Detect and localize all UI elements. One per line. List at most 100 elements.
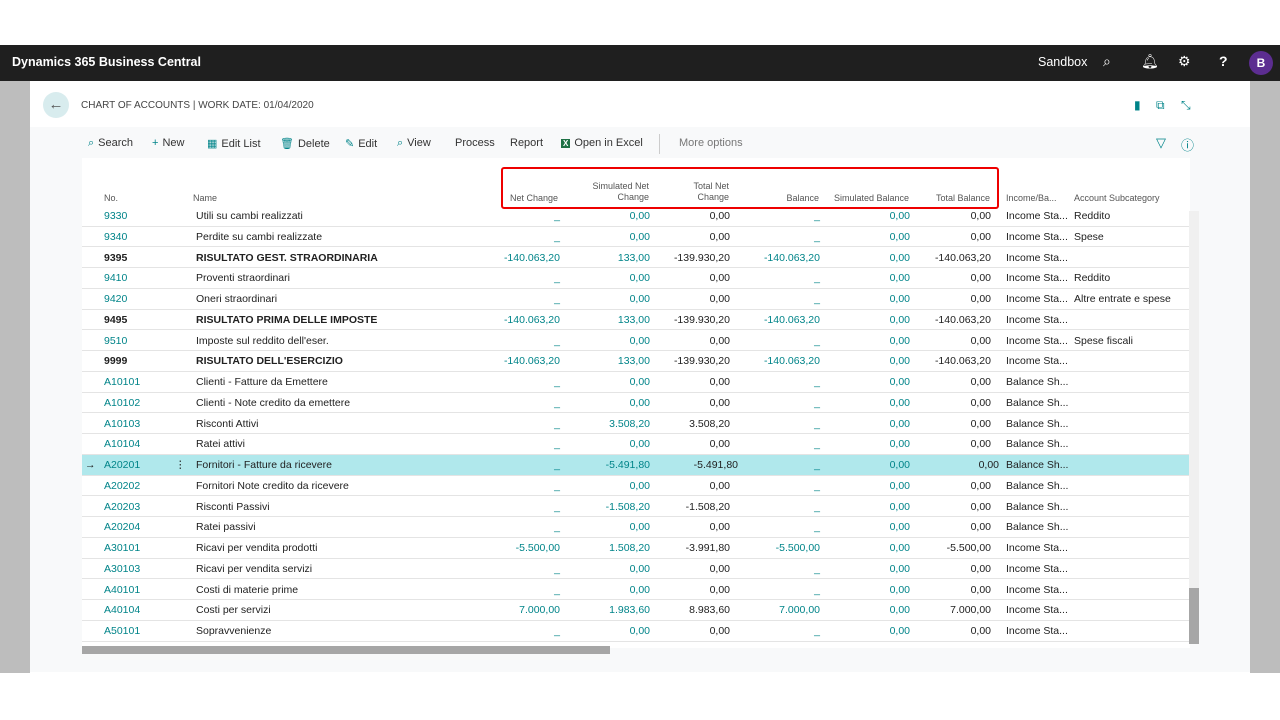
cell-snc[interactable]: 0,00 — [630, 335, 650, 347]
table-row[interactable]: A10101 Clienti - Fatture da Emettere _ 0,00… — [82, 372, 1189, 393]
help-icon[interactable]: ? — [1219, 53, 1228, 69]
cell-snc[interactable]: -5.491,80 — [606, 459, 650, 471]
gear-icon[interactable]: ⚙ — [1178, 53, 1191, 70]
column-header-name[interactable]: Name — [193, 193, 217, 204]
cell-nc[interactable]: _ — [554, 521, 560, 533]
cell-sb[interactable]: 0,00 — [890, 625, 910, 637]
cell-sb[interactable]: 0,00 — [890, 459, 910, 471]
table-row[interactable]: A50101 Sopravvenienze _ 0,00 0,00 _ 0,00 0,00 In… — [82, 621, 1189, 642]
cell-nc[interactable]: _ — [554, 438, 560, 450]
cell-bal[interactable]: -140.063,20 — [764, 314, 820, 326]
cell-bal[interactable]: _ — [814, 335, 820, 347]
cell-bal[interactable]: _ — [814, 625, 820, 637]
cell-bal[interactable]: -5.500,00 — [776, 542, 820, 554]
action-open-in-excel[interactable]: X Open in Excel — [561, 137, 643, 149]
cell-no[interactable]: A10101 — [104, 376, 140, 388]
table-row[interactable]: 9340 Perdite su cambi realizzate _ 0,00 0,00… — [82, 227, 1189, 248]
cell-bal[interactable]: _ — [814, 418, 820, 430]
cell-bal[interactable]: _ — [814, 584, 820, 596]
cell-sb[interactable]: 0,00 — [890, 584, 910, 596]
cell-nc[interactable]: _ — [554, 584, 560, 596]
cell-snc[interactable]: 1.983,60 — [609, 604, 650, 616]
table-row[interactable]: 9420 Oneri straordinari _ 0,00 0,00 _ 0,00 0,00… — [82, 289, 1189, 310]
cell-snc[interactable]: 0,00 — [630, 272, 650, 284]
back-button[interactable]: ← — [43, 92, 69, 118]
cell-nc[interactable]: _ — [554, 210, 560, 222]
cell-no[interactable]: 9510 — [104, 335, 127, 347]
cell-sb[interactable]: 0,00 — [890, 293, 910, 305]
cell-no[interactable]: A10104 — [104, 438, 140, 450]
vertical-scrollbar[interactable] — [1189, 211, 1199, 644]
cell-nc[interactable]: _ — [554, 501, 560, 513]
cell-sb[interactable]: 0,00 — [890, 542, 910, 554]
table-row[interactable]: A10103 Risconti Attivi _ 3.508,20 3.508,20 _ 0… — [82, 414, 1189, 435]
cell-bal[interactable]: 7.000,00 — [779, 604, 820, 616]
cell-nc[interactable]: _ — [554, 376, 560, 388]
cell-sb[interactable]: 0,00 — [890, 272, 910, 284]
action-view[interactable]: ⌕ View — [397, 137, 431, 150]
cell-no[interactable]: 9340 — [104, 231, 127, 243]
cell-snc[interactable]: 1.508,20 — [609, 542, 650, 554]
cell-no[interactable]: A20203 — [104, 501, 140, 513]
cell-no[interactable]: 9330 — [104, 210, 127, 222]
cell-sb[interactable]: 0,00 — [890, 480, 910, 492]
table-row[interactable]: A20203 Risconti Passivi _ -1.508,20 -1.508,2… — [82, 497, 1189, 518]
cell-snc[interactable]: 0,00 — [630, 480, 650, 492]
cell-nc[interactable]: _ — [554, 397, 560, 409]
table-row[interactable]: A40101 Costi di materie prime _ 0,00 0,00 _ 0,… — [82, 580, 1189, 601]
cell-sb[interactable]: 0,00 — [890, 397, 910, 409]
table-row[interactable]: A30103 Ricavi per vendita servizi _ 0,00 0,0… — [82, 559, 1189, 580]
cell-snc[interactable]: 133,00 — [618, 252, 650, 264]
cell-bal[interactable]: _ — [814, 480, 820, 492]
cell-nc[interactable]: _ — [554, 459, 560, 471]
cell-bal[interactable]: _ — [814, 231, 820, 243]
cell-nc[interactable]: _ — [554, 335, 560, 347]
bell-icon[interactable]: 🔔︎ — [1141, 53, 1159, 70]
cell-bal[interactable]: _ — [814, 459, 820, 471]
cell-sb[interactable]: 0,00 — [890, 438, 910, 450]
cell-nc[interactable]: 7.000,00 — [519, 604, 560, 616]
horizontal-scrollbar-thumb[interactable] — [82, 646, 610, 654]
cell-nc[interactable]: -140.063,20 — [504, 314, 560, 326]
avatar[interactable]: B — [1249, 51, 1273, 75]
cell-no[interactable]: A20201 — [104, 459, 140, 471]
table-row[interactable]: 9510 Imposte sul reddito dell'eser. _ 0,00 0… — [82, 331, 1189, 352]
cell-no[interactable]: A40101 — [104, 584, 140, 596]
cell-snc[interactable]: 0,00 — [630, 376, 650, 388]
cell-nc[interactable]: -5.500,00 — [516, 542, 560, 554]
cell-bal[interactable]: _ — [814, 397, 820, 409]
cell-nc[interactable]: _ — [554, 272, 560, 284]
info-icon[interactable]: ⓘ — [1181, 135, 1194, 154]
cell-no[interactable]: A40104 — [104, 604, 140, 616]
cell-no[interactable]: A20202 — [104, 480, 140, 492]
action-search[interactable]: ⌕ Search — [88, 137, 133, 150]
cell-bal[interactable]: _ — [814, 210, 820, 222]
cell-no[interactable]: 9495 — [104, 314, 127, 326]
search-icon[interactable]: ⌕ — [1103, 53, 1111, 70]
table-row[interactable]: 9410 Proventi straordinari _ 0,00 0,00 _ 0,00 0… — [82, 268, 1189, 289]
cell-snc[interactable]: 0,00 — [630, 521, 650, 533]
table-row[interactable]: A20204 Ratei passivi _ 0,00 0,00 _ 0,00 0,00 Bal… — [82, 517, 1189, 538]
cell-sb[interactable]: 0,00 — [890, 335, 910, 347]
action-process[interactable]: Process — [455, 137, 495, 149]
cell-nc[interactable]: _ — [554, 563, 560, 575]
vertical-scrollbar-thumb[interactable] — [1189, 588, 1199, 644]
filter-icon[interactable]: ▽ — [1156, 135, 1166, 151]
cell-nc[interactable]: -140.063,20 — [504, 355, 560, 367]
cell-bal[interactable]: -140.063,20 — [764, 355, 820, 367]
cell-sb[interactable]: 0,00 — [890, 231, 910, 243]
column-header-income-balance[interactable]: Income/Ba... — [1006, 193, 1057, 204]
cell-nc[interactable]: -140.063,20 — [504, 252, 560, 264]
cell-snc[interactable]: 133,00 — [618, 314, 650, 326]
cell-snc[interactable]: 133,00 — [618, 355, 650, 367]
cell-no[interactable]: 9410 — [104, 272, 127, 284]
cell-bal[interactable]: _ — [814, 521, 820, 533]
cell-sb[interactable]: 0,00 — [890, 252, 910, 264]
cell-snc[interactable]: 0,00 — [630, 438, 650, 450]
cell-snc[interactable]: 0,00 — [630, 397, 650, 409]
row-menu-icon[interactable]: ⋮ — [175, 459, 186, 471]
cell-no[interactable]: A50101 — [104, 625, 140, 637]
table-row[interactable]: 9395 RISULTATO GEST. STRAORDINARIA -140.06… — [82, 248, 1189, 269]
cell-no[interactable]: A10102 — [104, 397, 140, 409]
cell-no[interactable]: A30103 — [104, 563, 140, 575]
